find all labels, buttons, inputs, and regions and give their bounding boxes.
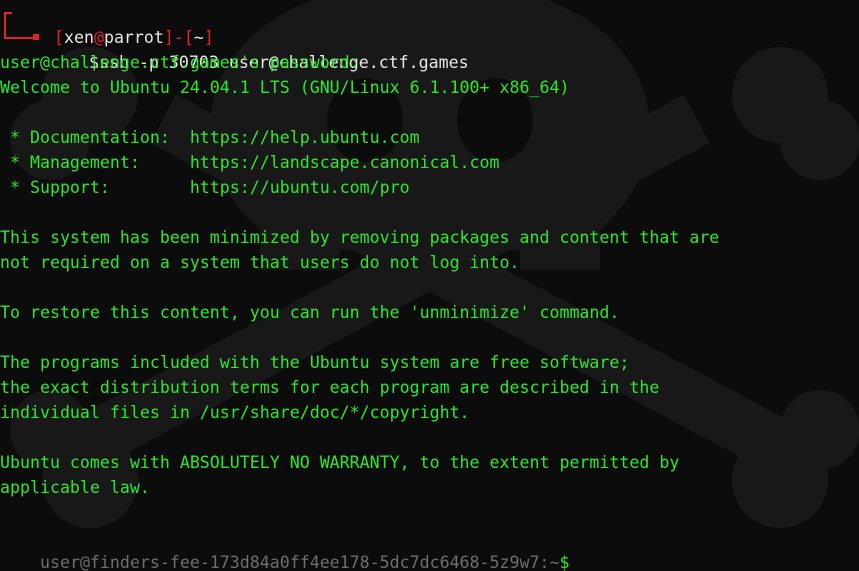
remote-prompt-path: ~ <box>549 553 560 571</box>
remote-prompt-dollar: $ <box>559 553 570 571</box>
output-line: * Documentation: https://help.ubuntu.com <box>0 128 420 147</box>
output-line: user@challenge.ctf.games's password: <box>0 53 360 72</box>
prompt-header-line: [xen@parrot]-[~] <box>14 0 214 47</box>
output-line: To restore this content, you can run the… <box>0 303 620 322</box>
output-line: applicable law. <box>0 478 150 497</box>
output-line: The programs included with the Ubuntu sy… <box>0 353 630 372</box>
output-line: Ubuntu comes with ABSOLUTELY NO WARRANTY… <box>0 453 680 472</box>
remote-prompt-sep: : <box>539 553 550 571</box>
output-line: * Management: https://landscape.canonica… <box>0 153 500 172</box>
command-line: $ssh -p 30703 user@challenge.ctf.games <box>49 25 469 72</box>
prompt-corner-vertical <box>4 12 6 37</box>
output-line: * Support: https://ubuntu.com/pro <box>0 178 410 197</box>
output-line: individual files in /usr/share/doc/*/cop… <box>0 403 470 422</box>
output-line: Welcome to Ubuntu 24.04.1 LTS (GNU/Linux… <box>0 78 570 97</box>
terminal-window[interactable]: [xen@parrot]-[~] $ssh -p 30703 user@chal… <box>0 0 859 571</box>
output-line: the exact distribution terms for each pr… <box>0 378 660 397</box>
output-line: not required on a system that users do n… <box>0 253 520 272</box>
remote-prompt-user-host: user@finders-fee-173d84a0ff4ee178-5dc7dc… <box>39 553 540 571</box>
output-line: This system has been minimized by removi… <box>0 228 720 247</box>
remote-prompt-line[interactable]: user@finders-fee-173d84a0ff4ee178-5dc7dc… <box>0 525 570 571</box>
